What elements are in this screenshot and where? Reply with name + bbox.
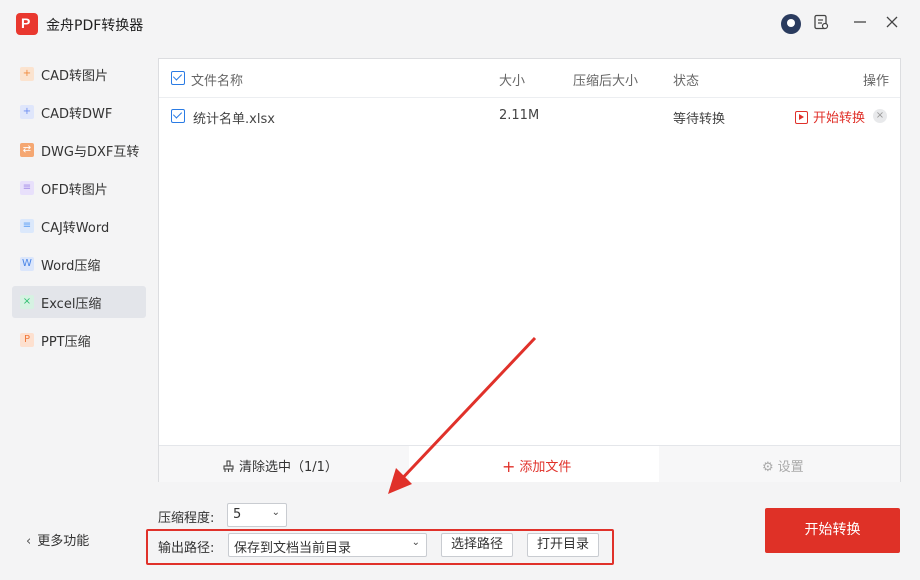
- chevron-left-icon: ‹: [26, 534, 32, 549]
- sidebar-item-cad-to-image[interactable]: + CAD转图片: [12, 58, 146, 90]
- cad-icon: +: [20, 105, 34, 119]
- file-size: 2.11M: [499, 108, 540, 123]
- clear-icon: [223, 460, 234, 472]
- close-icon[interactable]: [882, 14, 902, 34]
- sidebar-item-label: CAD转DWF: [41, 107, 113, 122]
- feedback-icon[interactable]: [811, 14, 831, 34]
- sidebar-item-caj-to-word[interactable]: ≡ CAJ转Word: [12, 210, 146, 242]
- ppt-icon: P: [20, 333, 34, 347]
- user-avatar-icon[interactable]: [781, 14, 801, 34]
- sidebar-item-label: PPT压缩: [41, 335, 91, 350]
- sidebar-item-label: DWG与DXF互转: [41, 145, 140, 160]
- column-header-compressed-size: 压缩后大小: [573, 74, 639, 89]
- sidebar-item-label: CAD转图片: [41, 69, 108, 84]
- sidebar-item-label: Word压缩: [41, 259, 101, 274]
- remove-file-icon[interactable]: ×: [873, 109, 887, 123]
- open-directory-button[interactable]: 打开目录: [527, 533, 599, 557]
- more-features-link[interactable]: ‹ 更多功能: [26, 530, 89, 549]
- output-path-label: 输出路径:: [158, 541, 215, 556]
- app-title: 金舟PDF转换器: [46, 18, 144, 34]
- word-icon: W: [20, 257, 34, 271]
- column-header-size: 大小: [499, 74, 526, 89]
- excel-icon: ×: [20, 295, 34, 309]
- sidebar-item-ppt-compress[interactable]: P PPT压缩: [12, 324, 146, 356]
- sidebar-item-ofd-to-image[interactable]: ≡ OFD转图片: [12, 172, 146, 204]
- sidebar-item-word-compress[interactable]: W Word压缩: [12, 248, 146, 280]
- table-row: 统计名单.xlsx 2.11M 等待转换 开始转换 ×: [159, 98, 900, 134]
- row-start-convert-button[interactable]: 开始转换: [795, 107, 865, 126]
- app-logo-icon: P: [16, 13, 38, 35]
- sidebar-item-label: OFD转图片: [41, 183, 108, 198]
- caj-icon: ≡: [20, 219, 34, 233]
- sidebar-item-cad-to-dwf[interactable]: + CAD转DWF: [12, 96, 146, 128]
- compress-level-select[interactable]: 5 ⌄: [227, 503, 287, 527]
- chevron-down-icon: ⌄: [271, 507, 280, 518]
- file-status: 等待转换: [673, 112, 726, 127]
- choose-path-button[interactable]: 选择路径: [441, 533, 513, 557]
- sidebar-item-dwg-dxf[interactable]: ⇄ DWG与DXF互转: [12, 134, 146, 166]
- dwg-icon: ⇄: [20, 143, 34, 157]
- chevron-down-icon: ⌄: [411, 537, 420, 548]
- title-bar: P 金舟PDF转换器: [0, 0, 920, 48]
- table-header: 文件名称 大小 压缩后大小 状态 操作: [159, 59, 900, 98]
- settings-button[interactable]: ⚙ 设置: [659, 446, 900, 482]
- compress-level-label: 压缩程度:: [158, 511, 215, 526]
- sidebar-item-excel-compress[interactable]: × Excel压缩: [12, 286, 146, 318]
- play-icon: [795, 111, 808, 124]
- column-header-name: 文件名称: [191, 74, 244, 89]
- start-convert-button[interactable]: 开始转换: [765, 508, 900, 553]
- column-header-status: 状态: [673, 74, 700, 89]
- sidebar-item-label: CAJ转Word: [41, 221, 110, 236]
- column-header-actions: 操作: [863, 74, 890, 89]
- row-checkbox[interactable]: [171, 109, 185, 123]
- gear-icon: ⚙: [762, 460, 774, 475]
- clear-selected-button[interactable]: 清除选中（1/1）: [159, 446, 409, 482]
- select-all-checkbox[interactable]: [171, 71, 185, 85]
- output-path-select[interactable]: 保存到文档当前目录 ⌄: [228, 533, 427, 557]
- cad-icon: +: [20, 67, 34, 81]
- sidebar-item-label: Excel压缩: [41, 297, 102, 312]
- ofd-icon: ≡: [20, 181, 34, 195]
- minimize-icon[interactable]: [850, 14, 870, 34]
- file-name: 统计名单.xlsx: [193, 112, 275, 127]
- annotation-arrow-icon: [388, 336, 537, 494]
